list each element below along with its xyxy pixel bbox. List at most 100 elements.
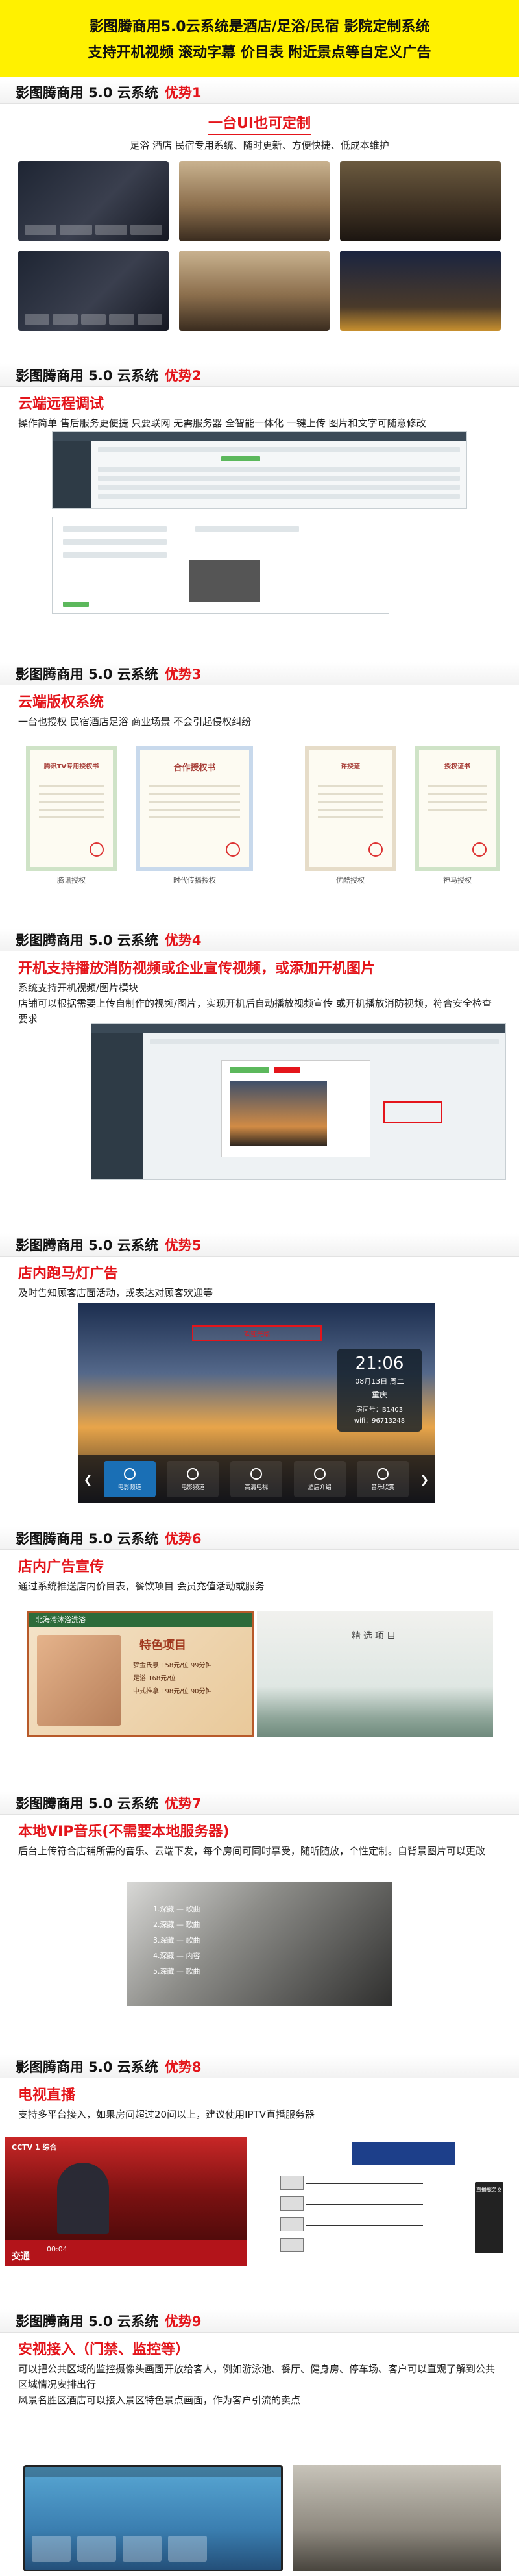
menu-item: 梦金氏泉 158元/位 99分钟 bbox=[133, 1662, 212, 1669]
certificate-caption: 优酷授权 bbox=[336, 876, 365, 885]
preview-image bbox=[189, 560, 260, 602]
section-title: 影图腾商用 5.0 云系统 bbox=[16, 367, 158, 384]
menu-item: 足浴 168元/位 bbox=[133, 1675, 176, 1682]
dock-label: 电影频道 bbox=[117, 1484, 141, 1491]
advantage-label: 优势1 bbox=[164, 84, 202, 101]
chevron-left-icon[interactable]: ❮ bbox=[84, 1473, 92, 1486]
scenic-ad: 精选项目 bbox=[257, 1611, 493, 1737]
section-advantage-6: 影图腾商用 5.0 云系统 优势6 店内广告宣传 通过系统推送店内价目表，餐饮项… bbox=[0, 1527, 519, 1786]
ui-screenshot bbox=[18, 161, 169, 241]
certificate-caption: 时代传播授权 bbox=[173, 876, 216, 885]
certificate-caption: 腾讯授权 bbox=[57, 876, 86, 885]
advantage-label: 优势5 bbox=[164, 1237, 202, 1253]
certificate-youku: 许授证 bbox=[305, 746, 396, 871]
banner-line-1: 影图腾商用5.0云系统是酒店/足浴/民宿 影院定制系统 bbox=[89, 19, 430, 35]
spa-photo bbox=[37, 1635, 121, 1726]
price-menu-board: 北海湾沐浴洗浴 特色项目 梦金氏泉 158元/位 99分钟 足浴 168元/位 … bbox=[27, 1611, 254, 1737]
section-title: 影图腾商用 5.0 云系统 bbox=[16, 2059, 158, 2075]
section-subtitle: 开机支持播放消防视频或企业宣传视频，或添加开机图片 bbox=[18, 961, 376, 977]
section-description: 及时告知顾客店面活动，或表达对顾客欢迎等 bbox=[18, 1287, 213, 1299]
section-description: 后台上传符合店铺所需的音乐、云端下发，每个房间可同时享受，随听随放，个性定制。自… bbox=[18, 1845, 486, 1857]
clock-date: 08月13日 周二 bbox=[355, 1377, 404, 1386]
tv-home-screen: 欢迎光临 21:06 08月13日 周二 重庆 房间号：B1403 wifi：9… bbox=[78, 1303, 435, 1503]
music-icon bbox=[377, 1467, 389, 1480]
section-description: 支持多平台接入，如果房间超过20间以上，建议使用IPTV直播服务器 bbox=[18, 2109, 315, 2120]
section-description: 足浴 酒店 民宿专用系统、随时更新、方便快捷、低成本维护 bbox=[130, 140, 389, 151]
upload-dialog bbox=[221, 1060, 370, 1157]
section-advantage-5: 影图腾商用 5.0 云系统 优势5 店内跑马灯广告 及时告知顾客店面活动，或表达… bbox=[0, 1233, 519, 1525]
track-item[interactable]: 1.深藏 — 歌曲 bbox=[153, 1902, 200, 1917]
dock-label: 音乐欣赏 bbox=[371, 1484, 395, 1491]
section-header: 影图腾商用 5.0 云系统 优势8 bbox=[0, 2055, 519, 2078]
clock-city: 重庆 bbox=[371, 1390, 387, 1399]
iptv-topology: 直播服务器 bbox=[254, 2137, 514, 2266]
dock-item[interactable]: 电影频道 bbox=[167, 1461, 219, 1497]
section-title: 影图腾商用 5.0 云系统 bbox=[16, 1530, 158, 1547]
dock-label: 高清电视 bbox=[244, 1484, 268, 1491]
section-subtitle: 云端版权系统 bbox=[18, 694, 104, 711]
section-header: 影图腾商用 5.0 云系统 优势9 bbox=[0, 2309, 519, 2333]
advantage-label: 优势8 bbox=[164, 2059, 202, 2075]
section-title: 影图腾商用 5.0 云系统 bbox=[16, 1795, 158, 1811]
scenic-title: 精选项目 bbox=[352, 1631, 398, 1641]
advantage-label: 优势2 bbox=[164, 367, 202, 384]
track-item[interactable]: 5.深藏 — 歌曲 bbox=[153, 1964, 200, 1980]
admin-panel-screenshot bbox=[52, 431, 467, 509]
section-title: 影图腾商用 5.0 云系统 bbox=[16, 2313, 158, 2329]
section-advantage-2: 影图腾商用 5.0 云系统 优势2 云端远程调试 操作简单 售后服务更便捷 只要… bbox=[0, 363, 519, 636]
admin-panel-screenshot bbox=[91, 1023, 506, 1180]
certificate-title: 腾讯TV专用授权书 bbox=[43, 763, 99, 770]
certificate-title: 合作授权书 bbox=[173, 763, 216, 773]
section-header: 影图腾商用 5.0 云系统 优势4 bbox=[0, 928, 519, 951]
advantage-label: 优势9 bbox=[164, 2313, 202, 2329]
channel-logo: CCTV 1 综合 bbox=[12, 2143, 57, 2152]
vip-music-screen: 1.深藏 — 歌曲 2.深藏 — 歌曲 3.深藏 — 歌曲 4.深藏 — 内容 … bbox=[127, 1882, 392, 2006]
track-item[interactable]: 4.深藏 — 内容 bbox=[153, 1948, 200, 1964]
section-description: 通过系统推送店内价目表，餐饮项目 会员充值活动或服务 bbox=[18, 1580, 265, 1592]
dock-item[interactable]: 音乐欣赏 bbox=[357, 1461, 409, 1497]
live-server: 直播服务器 bbox=[475, 2182, 503, 2253]
section-header: 影图腾商用 5.0 云系统 优势7 bbox=[0, 1791, 519, 1815]
film-icon bbox=[187, 1467, 199, 1480]
certificate-shenma: 授权证书 bbox=[415, 746, 500, 871]
menu-item: 中式推拿 198元/位 90分钟 bbox=[133, 1688, 212, 1695]
track-item[interactable]: 2.深藏 — 歌曲 bbox=[153, 1917, 200, 1933]
track-list: 1.深藏 — 歌曲 2.深藏 — 歌曲 3.深藏 — 歌曲 4.深藏 — 内容 … bbox=[153, 1902, 200, 1980]
track-item[interactable]: 3.深藏 — 歌曲 bbox=[153, 1933, 200, 1948]
ui-screenshot bbox=[340, 251, 501, 331]
tv-dock: ❮ 电影频道 电影频道 高清电视 酒店介绍 音乐欣赏 ❯ bbox=[78, 1455, 435, 1503]
section-subtitle: 云端远程调试 bbox=[18, 396, 104, 412]
dock-item[interactable]: 酒店介绍 bbox=[293, 1461, 346, 1497]
section-advantage-7: 影图腾商用 5.0 云系统 优势7 本地VIP音乐(不需要本地服务器) 后台上传… bbox=[0, 1791, 519, 2064]
ui-screenshot bbox=[18, 251, 169, 331]
section-subtitle: 一台UI也可定制 bbox=[208, 112, 311, 135]
section-header: 影图腾商用 5.0 云系统 优势5 bbox=[0, 1233, 519, 1257]
banner-line-2: 支持开机视频 滚动字幕 价目表 附近景点等自定义广告 bbox=[88, 45, 431, 61]
dock-item[interactable]: 高清电视 bbox=[230, 1461, 282, 1497]
clock-time: 21:06 bbox=[355, 1354, 404, 1373]
chevron-right-icon[interactable]: ❯ bbox=[420, 1473, 429, 1486]
section-title: 影图腾商用 5.0 云系统 bbox=[16, 666, 158, 682]
section-description: 操作简单 售后服务更便捷 只要联网 无需服务器 全智能一体化 一键上传 图片和文… bbox=[18, 417, 426, 429]
advantage-label: 优势6 bbox=[164, 1530, 202, 1547]
dock-label: 电影频道 bbox=[181, 1484, 205, 1491]
section-advantage-1: 影图腾商用 5.0 云系统 优势1 一台UI也可定制 足浴 酒店 民宿专用系统、… bbox=[0, 80, 519, 353]
dock-label: 酒店介绍 bbox=[308, 1484, 332, 1491]
section-header: 影图腾商用 5.0 云系统 优势6 bbox=[0, 1527, 519, 1550]
monitor-home-screen bbox=[23, 2465, 283, 2571]
clock-widget: 21:06 08月13日 周二 重庆 房间号：B1403 wifi：967132… bbox=[337, 1349, 422, 1432]
dock-item[interactable]: 电影频道 bbox=[103, 1461, 156, 1497]
anchor-figure bbox=[57, 2163, 109, 2234]
section-subtitle: 店内跑马灯广告 bbox=[18, 1266, 119, 1282]
section-title: 影图腾商用 5.0 云系统 bbox=[16, 84, 158, 101]
section-advantage-3: 影图腾商用 5.0 云系统 优势3 云端版权系统 一台也授权 民宿酒店足浴 商业… bbox=[0, 662, 519, 935]
section-header: 影图腾商用 5.0 云系统 优势3 bbox=[0, 662, 519, 685]
promo-page: 影图腾商用5.0云系统是酒店/足浴/民宿 影院定制系统 支持开机视频 滚动字幕 … bbox=[0, 0, 519, 2576]
section-header: 影图腾商用 5.0 云系统 优势1 bbox=[0, 80, 519, 104]
board-header: 北海湾沐浴洗浴 bbox=[29, 1613, 252, 1627]
board-title: 特色项目 bbox=[139, 1639, 186, 1652]
live-tv-frame: CCTV 1 综合 00:04 交通 bbox=[5, 2137, 247, 2266]
section-subtitle: 店内广告宣传 bbox=[18, 1559, 104, 1575]
section-description: 可以把公共区域的监控摄像头画面开放给客人，例如游泳池、餐厅、健身房、停车场、客户… bbox=[18, 2363, 496, 2406]
wifi-info: wifi：96713248 bbox=[354, 1417, 405, 1425]
